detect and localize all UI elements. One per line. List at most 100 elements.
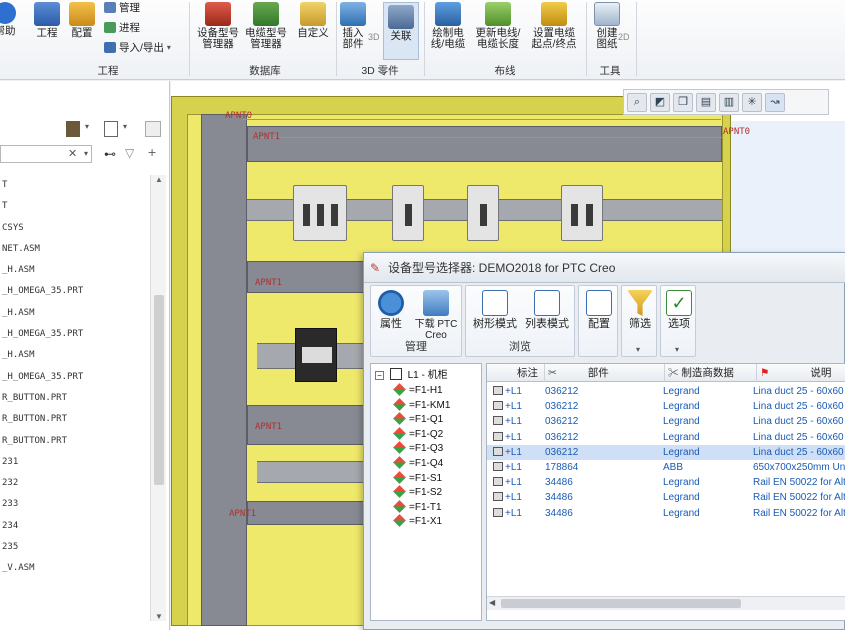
add-icon[interactable]: + — [148, 144, 156, 160]
model-tree-item[interactable]: T — [0, 175, 150, 196]
tree-device-node[interactable]: =F1-Q2 — [393, 426, 443, 442]
options-button[interactable]: ✓ 选项 — [663, 290, 695, 330]
import-export-cmd[interactable]: 导入/导出 ▾ — [104, 40, 171, 55]
tree-device-node[interactable]: =F1-Q3 — [393, 441, 443, 456]
view-cube-icon[interactable]: ❒ — [673, 93, 693, 112]
table-row[interactable]: +L1 036212 Legrand Lina duct 25 - 60x60 — [487, 399, 845, 414]
model-tree-item[interactable]: T — [0, 196, 150, 217]
chevron-down-icon[interactable]: ▾ — [84, 149, 88, 158]
device-model-manager-button[interactable]: 设备型号 管理器 — [197, 2, 239, 50]
project-button[interactable]: 工程 — [33, 2, 61, 39]
model-tree-item[interactable]: _H_OMEGA_35.PRT — [0, 281, 150, 302]
model-tree-item[interactable]: NET.ASM — [0, 239, 150, 260]
scrollbar-thumb[interactable] — [154, 295, 164, 485]
tree-device-node[interactable]: =F1-Q1 — [393, 412, 443, 427]
list-mode-button[interactable]: 列表模式 — [522, 290, 572, 330]
model-tree-item[interactable]: R_BUTTON.PRT — [0, 431, 150, 452]
chevron-down-icon[interactable]: ▾ — [85, 122, 89, 131]
properties-button[interactable]: 属性 — [375, 290, 407, 330]
chevron-down-icon[interactable]: ▾ — [675, 345, 679, 354]
tree-device-node[interactable]: =F1-X1 — [393, 514, 442, 529]
model-tree-item[interactable]: R_BUTTON.PRT — [0, 409, 150, 430]
col-header-tag[interactable]: 标注 — [487, 364, 545, 382]
circuit-breaker[interactable] — [467, 185, 499, 241]
col-header-part[interactable]: ✂ 部件 — [545, 364, 665, 382]
datum-display-icon[interactable]: ✳ — [742, 93, 762, 112]
col-header-manufacturer[interactable]: ✂ 制造商数据 — [665, 364, 757, 382]
model-tree-item[interactable]: 231 — [0, 452, 150, 473]
tree-device-node[interactable]: =F1-S2 — [393, 485, 442, 500]
help-button[interactable]: 帮助 — [0, 2, 18, 37]
model-tree-item[interactable]: R_BUTTON.PRT — [0, 388, 150, 409]
tree-root-node[interactable]: − L1 - 机柜 — [375, 368, 448, 382]
settings-icon[interactable] — [145, 121, 161, 137]
set-endpoints-button[interactable]: 设置电缆 起点/终点 — [528, 2, 580, 50]
link-button[interactable]: 关联 — [383, 2, 419, 60]
custom-button[interactable]: 自定义 — [296, 2, 330, 39]
config-button[interactable]: 配置 — [67, 2, 97, 39]
table-hscrollbar[interactable]: ◀ — [487, 596, 845, 610]
dialog-config-button[interactable]: 配置 — [583, 290, 615, 330]
table-row[interactable]: +L1 036212 Legrand Lina duct 25 - 60x60 — [487, 414, 845, 429]
circuit-breaker[interactable] — [392, 185, 424, 241]
model-tree-item[interactable]: 232 — [0, 473, 150, 494]
model-tree-item[interactable]: 234 — [0, 516, 150, 537]
collapse-icon[interactable]: − — [375, 371, 384, 380]
table-row[interactable]: +L1 178864 ABB 650x700x250mm Unit — [487, 460, 845, 475]
download-button[interactable]: 下载 PTC Creo — [411, 290, 461, 341]
update-length-button[interactable]: 更新电线/ 电缆长度 — [473, 2, 523, 50]
scroll-down-icon[interactable]: ▼ — [155, 612, 163, 621]
model-tree-item[interactable]: CSYS — [0, 218, 150, 239]
table-row[interactable]: +L1 34486 Legrand Rail EN 50022 for Alt — [487, 490, 845, 505]
model-tree-item[interactable]: _H_OMEGA_35.PRT — [0, 324, 150, 345]
model-tree-item[interactable]: _H.ASM — [0, 260, 150, 281]
model-tree-item[interactable]: 235 — [0, 537, 150, 558]
circuit-breaker[interactable] — [561, 185, 603, 241]
model-tree-scrollbar[interactable]: ▲ ▼ — [150, 175, 166, 621]
tree-device-node[interactable]: =F1-T1 — [393, 499, 442, 515]
create-drawing-button[interactable]: 创建 图纸 — [592, 2, 622, 50]
cable-model-manager-button[interactable]: 电缆型号 管理器 — [244, 2, 288, 50]
chevron-down-icon[interactable]: ▾ — [636, 345, 640, 354]
filter-icon[interactable]: ▽ — [125, 146, 134, 160]
table-row[interactable]: +L1 036212 Legrand Lina duct 25 - 60x60 — [487, 430, 845, 445]
dialog-title-bar[interactable]: ✎ 设备型号选择器: DEMO2018 for PTC Creo — [364, 253, 845, 283]
scroll-up-icon[interactable]: ▲ — [155, 175, 163, 184]
model-tree-item[interactable]: _H_OMEGA_35.PRT — [0, 367, 150, 388]
repaint-icon[interactable]: ◩ — [650, 93, 670, 112]
filter-button[interactable]: 筛选 — [624, 290, 656, 330]
table-row[interactable]: +L1 036212 Legrand Lina duct 25 - 60x60 — [487, 444, 845, 460]
tree-device-node[interactable]: =F1-KM1 — [393, 397, 450, 413]
tree-search-input[interactable] — [0, 145, 92, 163]
model-tree-item[interactable]: _H.ASM — [0, 303, 150, 324]
model-tree-item[interactable]: 233 — [0, 494, 150, 515]
table-row[interactable]: +L1 34486 Legrand Rail EN 50022 for Alt — [487, 475, 845, 490]
tree-device-node[interactable]: =F1-S1 — [393, 470, 442, 486]
manage-cmd[interactable]: 管理 — [104, 0, 140, 15]
tree-mode-button[interactable]: 树形模式 — [470, 290, 520, 330]
process-cmd[interactable]: 进程 — [104, 20, 140, 35]
cell-manufacturer-text: Legrand — [663, 401, 700, 413]
model-tree-item[interactable]: _V.ASM — [0, 558, 150, 579]
chevron-down-icon[interactable]: ▾ — [123, 122, 127, 131]
tree-device-node[interactable]: =F1-Q4 — [393, 456, 443, 471]
scroll-left-icon[interactable]: ◀ — [489, 598, 495, 607]
annotation-display-icon[interactable]: ↝ — [765, 93, 785, 112]
saved-views-icon[interactable]: ▤ — [696, 93, 716, 112]
col-header-description[interactable]: ⚑ 说明 — [757, 364, 845, 382]
tree-device-node[interactable]: =F1-H1 — [393, 383, 443, 398]
clear-search-icon[interactable]: ✕ — [68, 147, 77, 160]
circuit-breaker[interactable] — [293, 185, 347, 241]
list-icon[interactable] — [104, 121, 118, 137]
tools-icon[interactable] — [66, 121, 80, 137]
binoculars-icon[interactable]: ⊷ — [104, 147, 116, 161]
display-style-icon[interactable]: ▥ — [719, 93, 739, 112]
table-row[interactable]: +L1 036212 Legrand Lina duct 25 - 60x60 — [487, 384, 845, 399]
draw-wire-button[interactable]: 绘制电 线/电缆 — [428, 2, 468, 50]
scrollbar-thumb[interactable] — [501, 599, 741, 608]
table-row[interactable]: +L1 34486 Legrand Rail EN 50022 for Alt — [487, 506, 845, 521]
model-tree-item[interactable]: _H.ASM — [0, 345, 150, 366]
zoom-icon[interactable]: ⌕ — [627, 93, 647, 112]
contactor[interactable] — [295, 328, 337, 382]
insert-part-button[interactable]: 插入 部件 — [340, 2, 366, 50]
